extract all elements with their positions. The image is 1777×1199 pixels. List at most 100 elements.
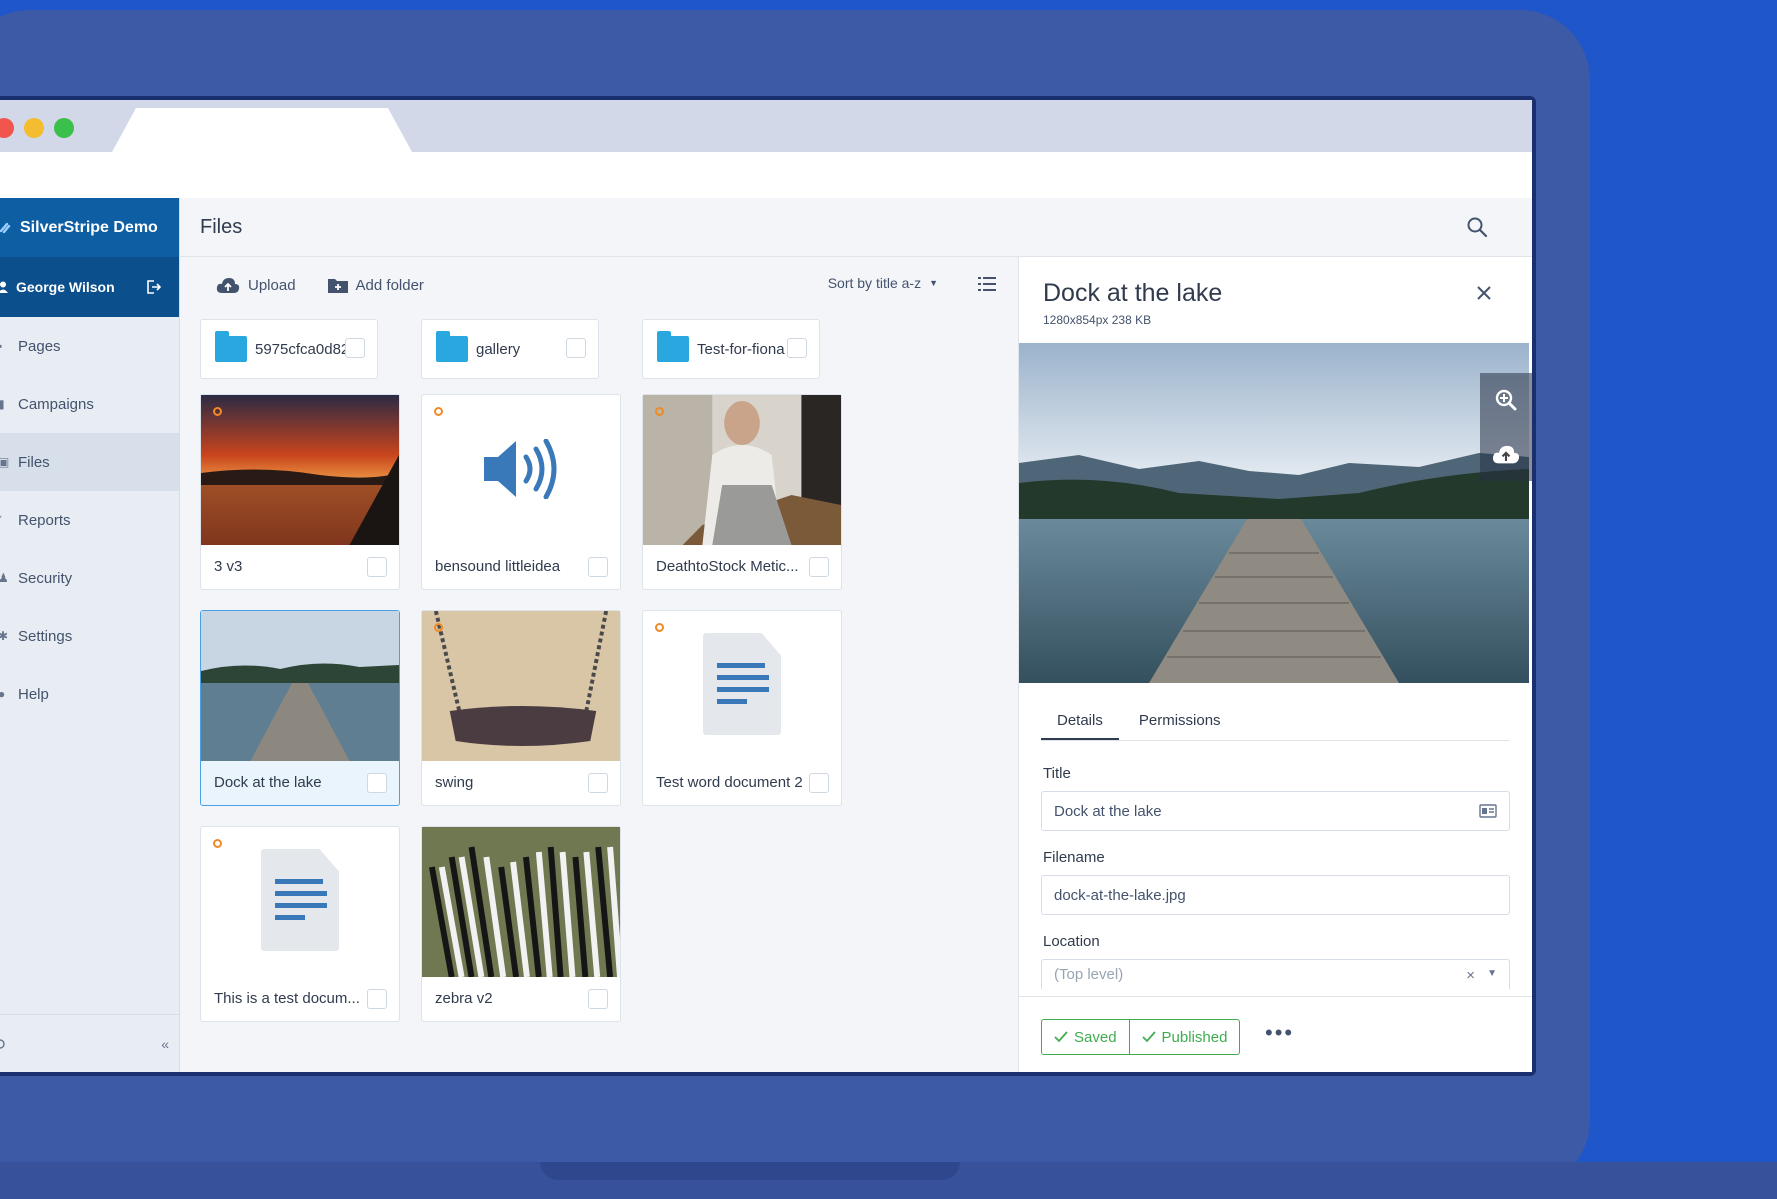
search-icon[interactable]: [1466, 216, 1488, 238]
sunset-thumbnail: [201, 395, 399, 545]
detail-actions: Saved Published •••: [1019, 996, 1532, 1072]
dock-thumbnail: [201, 611, 399, 761]
cms-sidebar: SilverStripe Demo George Wilson ▪ Pages ▮…: [0, 198, 180, 1072]
file-card[interactable]: DeathtoStock Metic...: [642, 394, 842, 590]
browser-tab[interactable]: [112, 108, 412, 152]
file-card[interactable]: swing: [421, 610, 621, 806]
published-button[interactable]: Published: [1129, 1019, 1241, 1055]
add-folder-button[interactable]: Add folder: [327, 276, 424, 294]
select-checkbox[interactable]: [566, 338, 586, 358]
select-checkbox[interactable]: [809, 773, 829, 793]
list-view-icon[interactable]: [978, 277, 996, 291]
minimize-window-icon[interactable]: [24, 118, 44, 138]
add-folder-label: Add folder: [355, 276, 424, 294]
browser-tab-strip: [0, 100, 1532, 152]
status-button-group: Saved Published: [1041, 1019, 1241, 1055]
clear-icon[interactable]: ×: [1466, 967, 1475, 984]
published-label: Published: [1161, 1028, 1228, 1046]
sidebar-item-label: Pages: [18, 337, 61, 355]
document-icon: [261, 849, 339, 951]
sidebar-item-pages[interactable]: ▪ Pages: [0, 317, 179, 375]
brand-name: SilverStripe Demo: [20, 218, 158, 236]
upload-button[interactable]: Upload: [216, 277, 296, 294]
document-icon: [703, 633, 781, 735]
select-checkbox[interactable]: [588, 557, 608, 577]
location-placeholder: (Top level): [1054, 966, 1124, 983]
preview-tools: [1480, 373, 1532, 481]
file-card[interactable]: zebra v2: [421, 826, 621, 1022]
sidebar-item-campaigns[interactable]: ▮ Campaigns: [0, 375, 179, 433]
window-controls: [0, 118, 74, 138]
reports-icon: ∕: [0, 513, 10, 527]
help-icon: ●: [0, 687, 6, 701]
filename-field[interactable]: dock-at-the-lake.jpg: [1041, 875, 1510, 915]
collapse-sidebar-button[interactable]: «: [161, 1036, 169, 1052]
sidebar-item-security[interactable]: ♟ Security: [0, 549, 179, 607]
sidebar-item-help[interactable]: ● Help: [0, 665, 179, 723]
address-bar[interactable]: [0, 152, 1532, 198]
select-checkbox[interactable]: [787, 338, 807, 358]
brand-bar[interactable]: SilverStripe Demo: [0, 198, 179, 257]
laptop-notch: [540, 1162, 960, 1180]
close-window-icon[interactable]: [0, 118, 14, 138]
close-icon[interactable]: [1476, 285, 1492, 301]
file-card[interactable]: 3 v3: [200, 394, 400, 590]
file-name: This is a test docum...: [214, 990, 360, 1007]
select-checkbox[interactable]: [809, 557, 829, 577]
select-checkbox[interactable]: [367, 773, 387, 793]
person-thumbnail: [643, 395, 841, 545]
draft-status-icon: [434, 623, 443, 632]
settings-icon: ✱: [0, 629, 9, 643]
select-checkbox[interactable]: [367, 557, 387, 577]
select-checkbox[interactable]: [588, 989, 608, 1009]
sidebar-item-settings[interactable]: ✱ Settings: [0, 607, 179, 665]
tab-permissions[interactable]: Permissions: [1123, 701, 1237, 740]
file-card[interactable]: This is a test docum...: [200, 826, 400, 1022]
folder-name: Test-for-fiona: [697, 340, 785, 358]
folder-card[interactable]: gallery: [421, 319, 599, 379]
tab-details[interactable]: Details: [1041, 701, 1119, 740]
sidebar-item-reports[interactable]: ∕ Reports: [0, 491, 179, 549]
folder-name: 5975cfca0d82b: [255, 340, 358, 358]
id-card-icon[interactable]: [1479, 804, 1497, 818]
campaigns-icon: ▮: [0, 397, 5, 411]
image-preview: [1019, 343, 1529, 683]
select-checkbox[interactable]: [345, 338, 365, 358]
filename-field-label: Filename: [1043, 849, 1105, 866]
sidebar-item-label: Settings: [18, 627, 73, 645]
file-card[interactable]: Dock at the lake: [200, 610, 400, 806]
caret-down-icon: ▼: [929, 278, 938, 288]
logout-icon[interactable]: [145, 279, 161, 295]
file-detail-panel: Dock at the lake 1280x854px 238 KB Detai…: [1018, 257, 1532, 1072]
files-icon: ▣: [0, 455, 10, 469]
detail-tabs: Details Permissions: [1041, 701, 1510, 741]
folder-icon: [215, 331, 247, 362]
more-actions-button[interactable]: •••: [1265, 1022, 1294, 1044]
zoom-in-button[interactable]: [1480, 373, 1532, 427]
folder-icon: [436, 331, 468, 362]
location-field-label: Location: [1043, 933, 1100, 950]
cloud-upload-icon: [1493, 445, 1520, 464]
add-folder-icon: [327, 279, 348, 293]
maximize-window-icon[interactable]: [54, 118, 74, 138]
file-card[interactable]: bensound littleidea: [421, 394, 621, 590]
caret-down-icon[interactable]: ▼: [1487, 968, 1497, 979]
file-card[interactable]: Test word document 2: [642, 610, 842, 806]
upload-label: Upload: [248, 276, 296, 294]
zoom-in-icon: [1495, 389, 1517, 411]
sort-dropdown[interactable]: Sort by title a-z ▼: [828, 275, 938, 291]
title-field[interactable]: Dock at the lake: [1041, 791, 1510, 831]
location-select[interactable]: (Top level) × ▼: [1041, 959, 1510, 989]
folder-name: gallery: [476, 340, 521, 358]
silverstripe-footer-logo-icon[interactable]: [0, 1038, 8, 1050]
select-checkbox[interactable]: [367, 989, 387, 1009]
replace-file-button[interactable]: [1480, 427, 1532, 481]
select-checkbox[interactable]: [588, 773, 608, 793]
user-name[interactable]: George Wilson: [16, 279, 115, 295]
saved-button[interactable]: Saved: [1041, 1019, 1130, 1055]
sidebar-item-label: Security: [18, 569, 73, 587]
folder-card[interactable]: 5975cfca0d82b: [200, 319, 378, 379]
filename-field-value: dock-at-the-lake.jpg: [1054, 886, 1186, 904]
folder-card[interactable]: Test-for-fiona: [642, 319, 820, 379]
sidebar-item-files[interactable]: ▣ Files: [0, 433, 179, 491]
